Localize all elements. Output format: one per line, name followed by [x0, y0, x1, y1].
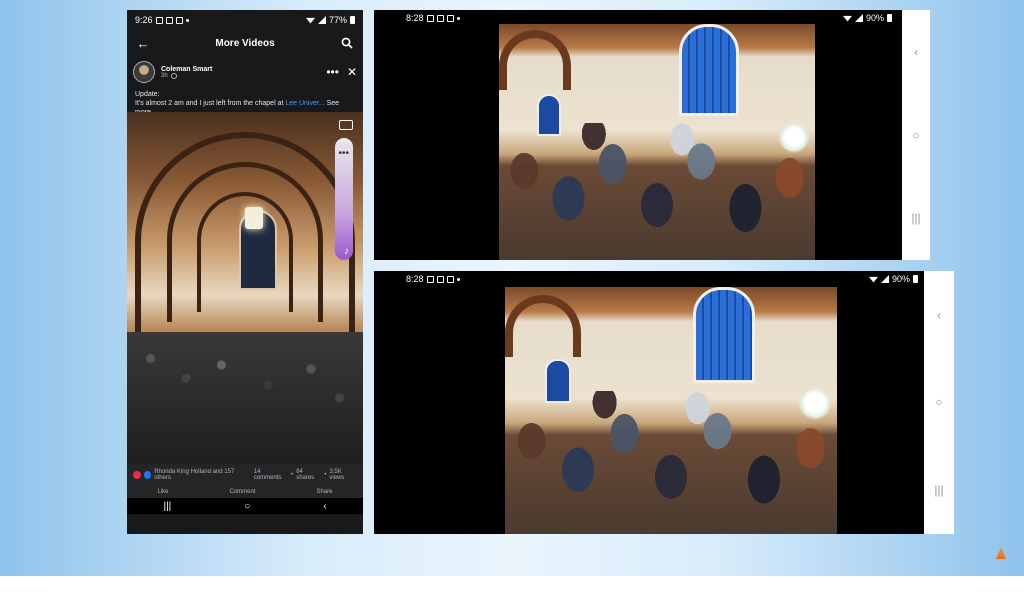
notification-icon: [426, 14, 434, 22]
more-icon[interactable]: •••: [326, 65, 339, 79]
chapel-arch: [505, 295, 581, 357]
status-dot-icon: [456, 277, 460, 281]
signal-icon: [854, 14, 863, 22]
search-icon[interactable]: [339, 35, 355, 51]
back-icon[interactable]: ‹: [914, 45, 918, 59]
reactions-bar[interactable]: Rhonda King Holland and 157 others 14 co…: [127, 464, 363, 486]
seated-crowd: [499, 123, 815, 260]
like-button[interactable]: Like: [157, 489, 168, 495]
signal-icon: [880, 275, 889, 283]
seated-crowd: [505, 390, 837, 534]
post-text-prefix: Update:: [135, 91, 160, 98]
notification-icon: [155, 16, 163, 24]
notification-icon: [165, 16, 173, 24]
share-count[interactable]: 84 shares: [296, 469, 321, 481]
logo-icon: [996, 547, 1006, 559]
crowd: [127, 332, 363, 464]
like-icon: [143, 471, 152, 479]
battery-level: 90%: [865, 13, 884, 23]
video-player[interactable]: ••• ♪: [127, 112, 363, 464]
stained-glass-window: [693, 287, 755, 383]
recent-apps-icon[interactable]: |||: [911, 211, 920, 225]
home-icon[interactable]: ○: [912, 128, 919, 142]
status-dot-icon: [185, 18, 189, 22]
signal-icon: [317, 16, 326, 24]
post-text: Update: It's almost 2 am and I just left…: [127, 88, 363, 116]
back-icon[interactable]: ‹: [937, 308, 941, 322]
android-nav-bar: ||| ○ ‹: [127, 498, 363, 514]
notification-icon: [175, 16, 183, 24]
home-icon[interactable]: ○: [244, 501, 250, 512]
battery-level: 77%: [328, 15, 347, 25]
chapel-photo[interactable]: [505, 287, 837, 534]
status-bar-bottom: 8:28 90%: [374, 271, 954, 287]
recent-apps-icon[interactable]: |||: [934, 483, 943, 497]
avatar[interactable]: [133, 61, 155, 83]
share-button[interactable]: Share: [316, 489, 332, 495]
phone-status-bar: 9:26 77%: [127, 10, 363, 30]
close-icon[interactable]: ✕: [347, 65, 357, 79]
notification-icon: [446, 275, 454, 283]
chapel-photo[interactable]: [499, 24, 815, 260]
chapel-arch: [499, 30, 571, 90]
comment-button[interactable]: Comment: [229, 489, 255, 495]
battery-icon: [350, 16, 355, 24]
reaction-names[interactable]: Rhonda King Holland and 157 others: [154, 469, 248, 481]
video-header: ← More Videos: [127, 30, 363, 56]
wifi-icon: [305, 17, 315, 24]
comment-count[interactable]: 14 comments: [254, 469, 288, 481]
wifi-icon: [868, 276, 878, 283]
notification-icon: [426, 275, 434, 283]
cast-icon[interactable]: [339, 120, 353, 130]
landscape-screenshot-top: 8:28 90% ‹ ○ |||: [374, 10, 930, 260]
android-side-nav: ‹ ○ |||: [924, 271, 954, 534]
status-dot-icon: [456, 16, 460, 20]
android-side-nav: ‹ ○ |||: [902, 10, 930, 260]
home-icon[interactable]: ○: [935, 395, 942, 409]
status-time: 8:28: [406, 274, 424, 284]
recent-apps-icon[interactable]: |||: [163, 501, 171, 512]
post-header: Coleman Smart 3h ••• ✕: [127, 56, 363, 88]
bottom-strip: [0, 576, 1024, 600]
wifi-icon: [842, 15, 852, 22]
chandelier: [245, 207, 263, 229]
post-text-body: It's almost 2 am and I just left from th…: [135, 100, 286, 107]
music-note-icon[interactable]: ♪: [344, 246, 349, 257]
stained-glass-window: [679, 24, 739, 116]
back-icon[interactable]: ‹: [323, 501, 326, 512]
more-icon[interactable]: •••: [338, 148, 349, 159]
globe-icon: [170, 72, 177, 79]
notification-icon: [436, 14, 444, 22]
post-time: 3h: [161, 72, 168, 79]
post-author[interactable]: Coleman Smart: [161, 66, 320, 73]
page-title: More Videos: [215, 37, 275, 49]
post-link[interactable]: Lee Univer...: [285, 100, 324, 107]
post-actions-bar: Like Comment Share: [127, 486, 363, 498]
battery-icon: [887, 14, 892, 22]
landscape-screenshot-bottom: 8:28 90% ‹ ○ |||: [374, 271, 954, 534]
heart-icon: [133, 471, 141, 479]
view-count: 3.5K views: [329, 469, 345, 481]
battery-icon: [913, 275, 918, 283]
notification-icon: [436, 275, 444, 283]
status-time: 9:26: [135, 15, 153, 25]
notification-icon: [446, 14, 454, 22]
battery-level: 90%: [891, 274, 910, 284]
back-arrow-icon[interactable]: ←: [135, 35, 151, 51]
phone-screenshot: 9:26 77% ← More Videos Coleman Smart 3h: [127, 10, 363, 534]
status-time: 8:28: [406, 13, 424, 23]
